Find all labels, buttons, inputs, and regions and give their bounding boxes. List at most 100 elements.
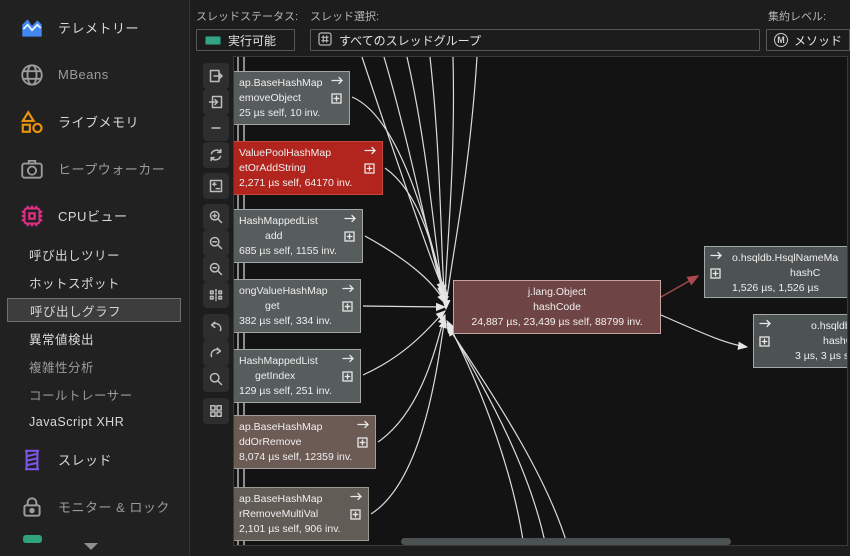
expand-node-icon[interactable] — [344, 231, 357, 247]
aggregation-level-dropdown[interactable]: M メソッド — [766, 29, 850, 51]
show-callers-icon[interactable] — [710, 250, 723, 266]
graph-toolbar — [196, 56, 233, 546]
graph-node-removeMultiVal[interactable]: ap.BaseHashMap rRemoveMultiVal 2,101 µs … — [234, 487, 369, 541]
sidebar-item-monitors-locks[interactable]: モニター & ロック — [0, 483, 190, 530]
node-class: ap.BaseHashMap — [239, 493, 323, 505]
node-method: ddOrRemove — [239, 436, 302, 448]
node-stats: 8,074 µs self, 12359 inv. — [239, 451, 353, 463]
graph-node-getOrAddString[interactable]: ValuePoolHashMap etOrAddString 2,271 µs … — [234, 141, 383, 195]
graph-node-addOrRemove[interactable]: ap.BaseHashMap ddOrRemove 8,074 µs self,… — [234, 415, 376, 469]
sidebar-item-threads[interactable]: スレッド — [0, 436, 190, 483]
overview-icon[interactable] — [203, 398, 229, 424]
show-callees-icon[interactable] — [364, 145, 377, 161]
zoom-fit-icon[interactable] — [203, 256, 229, 282]
node-stats: 1,526 µs, 1,526 µs — [732, 282, 819, 294]
node-detail-icon[interactable] — [203, 173, 229, 199]
runnable-status-icon — [205, 35, 221, 45]
subitem-label: 異常値検出 — [29, 332, 95, 347]
sidebar-item-live-memory[interactable]: ライブメモリ — [0, 98, 190, 145]
zoom-in-icon[interactable] — [203, 204, 229, 230]
graph-node-hsqldb-expression[interactable]: o.hsqldb.Ex hashC 3 µs, 3 µs s — [753, 314, 848, 368]
undo-icon[interactable] — [203, 314, 229, 340]
node-stats: 2,101 µs self, 906 inv. — [239, 523, 341, 535]
expand-node-icon[interactable] — [331, 93, 344, 109]
show-callers-icon[interactable] — [759, 318, 772, 334]
node-method: getIndex — [255, 370, 296, 382]
thread-selection-value: すべてのスレッドグループ — [339, 33, 481, 48]
subitem-label: 呼び出しツリー — [29, 248, 121, 263]
expand-node-icon[interactable] — [350, 509, 363, 525]
node-class: o.hsqldb.HsqlNameMa — [732, 252, 839, 264]
sidebar-item-call-graph[interactable]: 呼び出しグラフ — [7, 298, 181, 322]
graph-node-removeObject[interactable]: ap.BaseHashMap emoveObject 25 µs self, 1… — [234, 71, 350, 125]
sidebar-item-complexity-analysis[interactable]: 複雑性分析 — [7, 354, 181, 378]
sidebar-item-label: テレメトリー — [58, 21, 140, 36]
expand-node-icon[interactable] — [357, 437, 370, 453]
graph-node-add[interactable]: HashMappedList add 685 µs self, 1155 inv… — [234, 209, 363, 263]
show-callees-icon[interactable] — [357, 419, 370, 435]
node-method: hashCode — [533, 301, 581, 313]
node-class: ap.BaseHashMap — [239, 421, 323, 433]
find-icon[interactable] — [203, 366, 229, 392]
node-method: add — [265, 230, 283, 242]
node-method: etOrAddString — [239, 162, 306, 174]
sidebar-item-mbeans[interactable]: MBeans — [0, 51, 190, 98]
show-callees-icon[interactable] — [331, 75, 344, 91]
graph-node-getIndex[interactable]: HashMappedList getIndex 129 µs self, 251… — [234, 349, 361, 403]
show-callees-icon[interactable] — [350, 491, 363, 507]
thread-status-label: スレッドステータス: — [196, 11, 299, 23]
node-method: hashC — [790, 267, 821, 279]
move-in-icon[interactable] — [203, 89, 229, 115]
mbeans-globe-icon — [19, 62, 45, 88]
graph-layout-icon[interactable] — [203, 282, 229, 308]
node-method: hashC — [823, 335, 847, 347]
call-graph-canvas[interactable]: ap.BaseHashMap emoveObject 25 µs self, 1… — [233, 56, 848, 546]
sidebar-item-heap-walker[interactable]: ヒープウォーカー — [0, 145, 190, 192]
thread-selection-dropdown[interactable]: すべてのスレッドグループ — [310, 29, 760, 51]
node-stats: 129 µs self, 251 inv. — [239, 385, 332, 397]
sidebar-item-label: ヒープウォーカー — [58, 162, 166, 177]
show-callees-icon[interactable] — [342, 283, 355, 299]
graph-node-hashCode-selected[interactable]: j.lang.Object hashCode 24,887 µs, 23,439… — [453, 280, 661, 334]
subitem-label: 呼び出しグラフ — [30, 304, 122, 319]
live-memory-shapes-icon — [19, 109, 45, 135]
redo-icon[interactable] — [203, 340, 229, 366]
sidebar-scroll-down-icon[interactable] — [84, 543, 98, 550]
horizontal-scrollbar[interactable] — [401, 538, 731, 545]
node-stats: 685 µs self, 1155 inv. — [239, 245, 337, 257]
sidebar-item-call-tracer[interactable]: コールトレーサー — [7, 382, 181, 406]
node-class: j.lang.Object — [527, 286, 587, 298]
node-stats: 3 µs, 3 µs s — [795, 350, 848, 362]
refresh-icon[interactable] — [203, 142, 229, 168]
zoom-out-icon[interactable] — [203, 230, 229, 256]
expand-node-icon[interactable] — [710, 268, 723, 284]
databases-icon[interactable] — [23, 535, 42, 543]
profiler-window: テレメトリー MBeans ライブメモリ ヒープウォーカー CPUビュー 呼び出… — [0, 0, 850, 556]
sidebar-item-label: モニター & ロック — [58, 500, 170, 515]
move-out-icon[interactable] — [203, 63, 229, 89]
sidebar-item-telemetry[interactable]: テレメトリー — [0, 4, 190, 51]
expand-node-icon[interactable] — [759, 336, 772, 352]
graph-node-hsqlNameManager[interactable]: o.hsqldb.HsqlNameMa hashC 1,526 µs, 1,52… — [704, 246, 847, 298]
graph-node-get[interactable]: ongValueHashMap get 382 µs self, 334 inv… — [234, 279, 361, 333]
thread-status-dropdown[interactable]: 実行可能 — [196, 29, 295, 51]
aggregation-level-label: 集約レベル: — [768, 11, 827, 23]
expand-node-icon[interactable] — [342, 371, 355, 387]
show-callees-icon[interactable] — [342, 353, 355, 369]
remove-node-icon[interactable] — [203, 115, 229, 141]
sidebar-item-outlier-detection[interactable]: 異常値検出 — [7, 326, 181, 350]
sidebar-item-call-tree[interactable]: 呼び出しツリー — [7, 242, 181, 266]
sidebar-item-javascript-xhr[interactable]: JavaScript XHR — [7, 410, 181, 434]
sidebar-item-hot-spots[interactable]: ホットスポット — [7, 270, 181, 294]
show-callees-icon[interactable] — [344, 213, 357, 229]
node-stats: 25 µs self, 10 inv. — [239, 107, 321, 119]
expand-node-icon[interactable] — [342, 301, 355, 317]
node-class: ongValueHashMap — [239, 285, 328, 297]
telemetry-chart-icon — [19, 15, 45, 41]
node-class: ValuePoolHashMap — [239, 147, 332, 159]
threads-spool-icon — [19, 447, 45, 473]
node-class: HashMappedList — [239, 215, 318, 227]
expand-node-icon[interactable] — [364, 163, 377, 179]
thread-selection-label: スレッド選択: — [310, 11, 380, 23]
sidebar-item-cpu-views[interactable]: CPUビュー — [0, 192, 190, 239]
